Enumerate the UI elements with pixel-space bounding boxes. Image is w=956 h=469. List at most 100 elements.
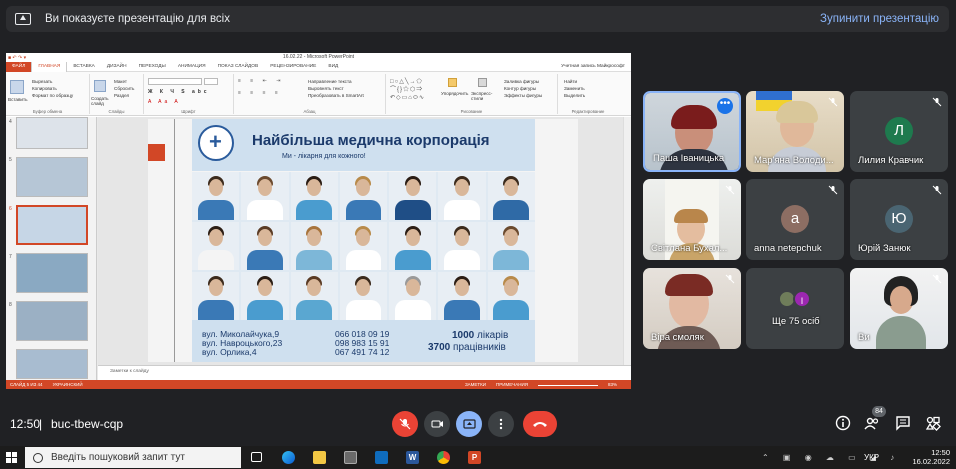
mic-off-icon — [399, 418, 411, 430]
section-button[interactable]: Раздел — [114, 92, 134, 99]
align-text-button[interactable]: Выровнять текст — [308, 85, 364, 92]
reset-button[interactable]: Сбросить — [114, 85, 134, 92]
shapes-gallery[interactable]: □○△╲→⬠ ⌒{}☆⬡⇒ ↶◇▭⌂⬭∿ — [390, 78, 440, 104]
more-participants-tile[interactable]: I Ще 75 осіб — [746, 268, 844, 349]
edge-icon[interactable] — [282, 451, 295, 464]
clock-time: 12:50 — [931, 448, 950, 457]
font-color-icon[interactable]: A Aa A — [148, 99, 181, 105]
replace-button[interactable]: Заменить — [564, 85, 585, 92]
participant-tile[interactable]: Ю Юрій Занюк — [850, 179, 948, 260]
paste-icon[interactable] — [10, 80, 24, 94]
tab-file[interactable]: ФАЙЛ — [6, 61, 32, 72]
doctor-photo — [487, 222, 535, 270]
shape-outline-button[interactable]: Контур фигуры — [504, 85, 542, 92]
zoom-slider[interactable] — [537, 382, 598, 386]
activities-button[interactable] — [925, 415, 941, 431]
participant-tile[interactable]: Л Лилия Кравчик — [850, 91, 948, 172]
align-icons[interactable]: ≡ ≡ ≡ ≡ — [238, 90, 282, 96]
taskbar-search[interactable]: Введіть пошуковий запит тут — [25, 447, 241, 468]
medical-logo-icon — [198, 125, 234, 161]
new-slide-icon[interactable] — [94, 80, 106, 92]
cut-button[interactable]: Вырезать — [32, 78, 73, 85]
present-now-button[interactable] — [456, 411, 482, 437]
powerpoint-icon[interactable]: P — [468, 451, 481, 464]
smartart-button[interactable]: Преобразовать в SmartArt — [308, 92, 364, 99]
taskbar-clock[interactable]: 12:50 16.02.2022 — [912, 448, 950, 466]
file-explorer-icon[interactable] — [313, 451, 326, 464]
slide-scrollbar[interactable] — [623, 117, 631, 365]
system-tray-icons[interactable]: ⌃ ▣ ◉ ☁ ▭ ◢ ♪ — [762, 453, 900, 462]
comments-toggle[interactable]: ПРИМЕЧАНИЯ — [496, 382, 528, 387]
participant-avatar: Л — [885, 117, 913, 145]
word-icon[interactable]: W — [406, 451, 419, 464]
font-format-icons[interactable]: Ж К Ч S abc — [148, 89, 210, 95]
participant-tile[interactable]: ••• Паша Іваницька — [643, 91, 741, 172]
tab-animation[interactable]: АНИМАЦИЯ — [172, 62, 212, 72]
slide-thumbnail-7[interactable] — [16, 301, 88, 341]
zoom-level[interactable]: 83% — [608, 382, 617, 387]
tab-transitions[interactable]: ПЕРЕХОДЫ — [133, 62, 172, 72]
leave-call-button[interactable] — [523, 411, 557, 437]
participant-tile[interactable]: Мар'яна Володи... — [746, 91, 844, 172]
store-icon[interactable] — [344, 451, 357, 464]
chat-button[interactable] — [895, 415, 911, 431]
shape-effects-button[interactable]: Эффекты фигуры — [504, 92, 542, 99]
input-language[interactable]: УКР — [864, 453, 879, 462]
slide-edit-area[interactable]: Найбільша медична корпорація Ми - лікарн… — [98, 117, 631, 365]
task-view-icon[interactable] — [251, 452, 262, 462]
list-icons[interactable]: ≡ ≡ ⇤ ⇥ — [238, 78, 284, 84]
font-size-select[interactable] — [204, 78, 218, 85]
participant-tile[interactable]: Світлана Бухал... — [643, 179, 741, 260]
slide-thumbnail-8[interactable] — [16, 349, 88, 379]
format-painter-button[interactable]: Формат по образцу — [32, 92, 73, 99]
quick-styles-icon[interactable] — [478, 78, 487, 87]
tab-insert[interactable]: ВСТАВКА — [67, 62, 101, 72]
slide-thumbnail-6[interactable] — [16, 253, 88, 293]
separator: | — [39, 417, 43, 431]
tab-view[interactable]: ВИД — [322, 62, 344, 72]
shape-fill-button[interactable]: Заливка фигуры — [504, 78, 542, 85]
stop-presenting-button[interactable]: Зупинити презентацію — [820, 13, 939, 25]
slide-thumbnail-5[interactable] — [16, 157, 88, 197]
self-view-tile[interactable]: Ви — [850, 268, 948, 349]
select-button[interactable]: Выделить — [564, 92, 585, 99]
copy-button[interactable]: Копировать — [32, 85, 73, 92]
participant-name: Паша Іваницька — [653, 153, 725, 164]
meeting-time: 12:50 — [10, 417, 41, 431]
camera-toggle-button[interactable] — [424, 411, 450, 437]
slide-headline: Найбільша медична корпорація — [252, 132, 490, 149]
mic-off-icon — [828, 185, 838, 195]
mic-off-icon — [725, 274, 735, 284]
people-button[interactable] — [864, 415, 880, 431]
current-slide[interactable]: Найбільша медична корпорація Ми - лікарн… — [148, 119, 578, 362]
group-paragraph: ≡ ≡ ⇤ ⇥ ≡ ≡ ≡ ≡ Направление текста Выров… — [234, 74, 386, 114]
language-indicator[interactable]: УКРАИНСКИЙ — [53, 382, 83, 387]
slide-thumbnails-pane[interactable]: 4 5 6 7 8 — [6, 117, 97, 380]
notes-toggle[interactable]: ЗАМЕТКИ — [465, 382, 486, 387]
find-button[interactable]: Найти — [564, 78, 585, 85]
account-name[interactable]: Учетная запись Майкрософт — [555, 62, 631, 72]
notes-pane[interactable]: Заметки к слайду — [98, 365, 631, 380]
participant-tile[interactable]: Віра смоляк — [643, 268, 741, 349]
doctor-photo — [339, 172, 388, 220]
font-name-select[interactable] — [148, 78, 202, 85]
mic-toggle-button[interactable] — [392, 411, 418, 437]
meeting-details-button[interactable] — [835, 415, 851, 431]
more-options-icon[interactable]: ••• — [717, 98, 733, 114]
tab-design[interactable]: ДИЗАЙН — [101, 62, 133, 72]
arrange-icon[interactable] — [448, 78, 457, 87]
chrome-icon[interactable] — [437, 451, 450, 464]
group-editing: Найти Заменить Выделить Редактирование — [558, 74, 618, 114]
tab-slideshow[interactable]: ПОКАЗ СЛАЙДОВ — [212, 62, 265, 72]
mail-icon[interactable] — [375, 451, 388, 464]
windows-start-icon[interactable] — [6, 452, 17, 463]
decorative-line — [174, 119, 175, 362]
text-direction-button[interactable]: Направление текста — [308, 78, 364, 85]
slide-thumbnail-selected[interactable] — [16, 205, 88, 245]
slide-thumbnail-4[interactable] — [16, 117, 88, 149]
more-options-button[interactable] — [488, 411, 514, 437]
tab-review[interactable]: РЕЦЕНЗИРОВАНИЕ — [264, 62, 322, 72]
tab-home[interactable]: ГЛАВНАЯ — [31, 61, 68, 72]
layout-button[interactable]: Макет — [114, 78, 134, 85]
participant-tile[interactable]: a anna netepchuk — [746, 179, 844, 260]
